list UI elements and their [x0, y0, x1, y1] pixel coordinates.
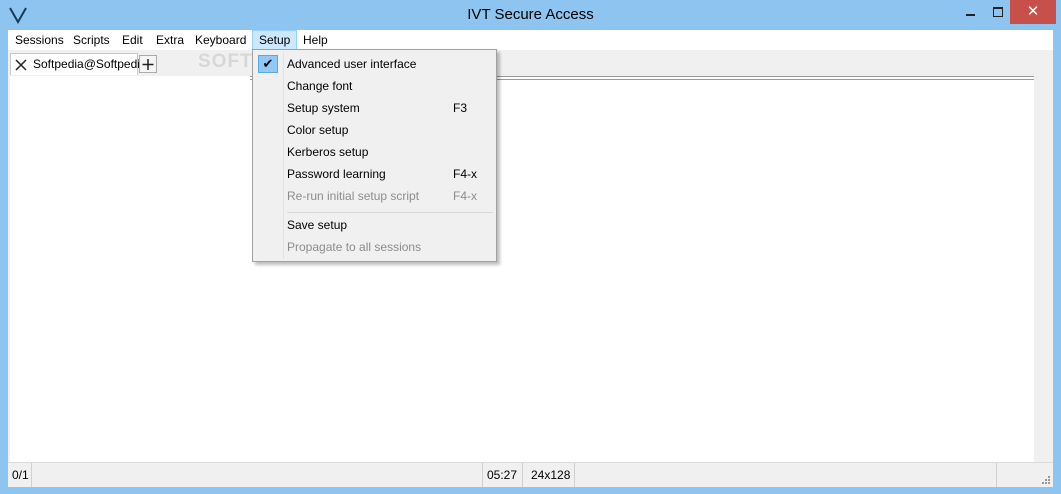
menu-item-password-learning[interactable]: Password learning F4-x — [255, 163, 494, 185]
menu-bar: Sessions Scripts Edit Extra Keyboard Set… — [8, 30, 1053, 50]
menu-item-label: Re-run initial setup script — [287, 189, 420, 203]
tab-label: Softpedia@Softpedia — [33, 57, 147, 71]
status-bar: 0/1 05:27 24x128 — [8, 462, 1053, 487]
menu-item-label: Save setup — [287, 218, 348, 232]
menu-item-label: Advanced user interface — [287, 57, 417, 71]
add-tab-button[interactable] — [139, 55, 157, 73]
menu-item-label: Password learning — [287, 167, 386, 181]
menu-item-color-setup[interactable]: Color setup — [255, 119, 494, 141]
app-window: IVT Secure Access ✕ Sessions Scripts Edi… — [0, 0, 1061, 494]
maximize-button[interactable] — [983, 0, 1013, 24]
status-position: 0/1 — [8, 463, 32, 487]
close-icon: ✕ — [1026, 3, 1040, 20]
menu-item-change-font[interactable]: Change font — [255, 75, 494, 97]
menu-separator — [287, 212, 493, 213]
menu-extra[interactable]: Extra — [150, 30, 190, 50]
menu-item-label: Setup system — [287, 101, 360, 115]
status-message — [32, 463, 483, 487]
menu-item-save-setup[interactable]: Save setup — [255, 214, 494, 236]
plus-icon — [142, 59, 154, 70]
status-time: 05:27 — [483, 463, 523, 487]
session-tab[interactable]: Softpedia@Softpedia — [10, 53, 147, 75]
menu-item-propagate-sessions[interactable]: Propagate to all sessions — [255, 236, 494, 258]
menu-item-label: Color setup — [287, 123, 349, 137]
client-area: Sessions Scripts Edit Extra Keyboard Set… — [8, 30, 1053, 487]
menu-item-kerberos-setup[interactable]: Kerberos setup — [255, 141, 494, 163]
menu-item-label: Change font — [287, 79, 353, 93]
menu-item-label: Kerberos setup — [287, 145, 369, 159]
menu-scripts[interactable]: Scripts — [67, 30, 116, 50]
vertical-scrollbar[interactable] — [1034, 76, 1053, 462]
status-size: 24x128 — [523, 463, 575, 487]
status-extra — [575, 463, 997, 487]
menu-item-shortcut: F3 — [453, 101, 468, 115]
menu-item-rerun-setup-script[interactable]: Re-run initial setup script F4-x — [255, 185, 494, 207]
setup-menu-dropdown: ✔ Advanced user interface Change font Se… — [252, 49, 497, 262]
menu-item-label: Propagate to all sessions — [287, 240, 422, 254]
menu-edit[interactable]: Edit — [116, 30, 149, 50]
menu-setup[interactable]: Setup — [252, 30, 298, 50]
resize-grip-icon[interactable] — [1041, 475, 1051, 485]
session-tabstrip: Softpedia@Softpedia SOFTPEDIA — [8, 50, 1053, 76]
menu-sessions[interactable]: Sessions — [9, 30, 70, 50]
menu-item-shortcut: F4-x — [453, 189, 477, 203]
menu-item-shortcut: F4-x — [453, 167, 477, 181]
menu-keyboard[interactable]: Keyboard — [189, 30, 252, 50]
close-button[interactable]: ✕ — [1010, 0, 1056, 24]
checkmark-icon: ✔ — [258, 55, 278, 73]
menu-item-advanced-ui[interactable]: ✔ Advanced user interface — [255, 53, 494, 75]
minimize-button[interactable] — [955, 0, 985, 24]
menu-item-setup-system[interactable]: Setup system F3 — [255, 97, 494, 119]
terminal-screen[interactable] — [10, 76, 1034, 462]
menu-help[interactable]: Help — [297, 30, 334, 50]
title-bar[interactable]: IVT Secure Access ✕ — [0, 0, 1061, 30]
tab-close-icon[interactable] — [13, 57, 29, 73]
window-title: IVT Secure Access — [467, 6, 594, 23]
